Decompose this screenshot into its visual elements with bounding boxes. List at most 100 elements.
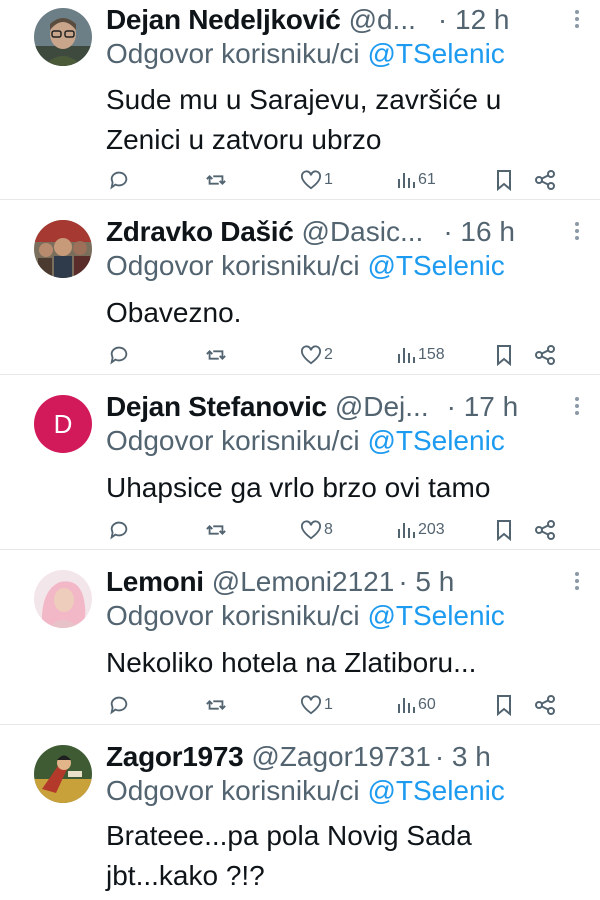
reply-prefix: Odgovor korisniku/ci xyxy=(106,425,360,456)
tweet-header: Zagor1973 @Zagor19731 · 3 h xyxy=(106,737,574,777)
views-icon xyxy=(398,348,415,363)
heart-icon xyxy=(301,345,321,365)
views-icon xyxy=(398,173,415,188)
heart-icon xyxy=(301,695,321,715)
like-button[interactable]: 1 xyxy=(300,168,333,192)
timestamp[interactable]: · 5 h xyxy=(398,566,454,598)
reply-mention-link[interactable]: @TSelenic xyxy=(367,425,504,456)
repost-button[interactable] xyxy=(204,168,228,192)
author-handle[interactable]: @Dej... xyxy=(335,391,429,423)
avatar[interactable] xyxy=(34,570,92,628)
reply-prefix: Odgovor korisniku/ci xyxy=(106,38,360,69)
share-icon xyxy=(535,345,555,365)
repost-button[interactable] xyxy=(204,693,228,717)
author-name[interactable]: Zagor1973 xyxy=(106,741,244,773)
like-button[interactable]: 1 xyxy=(300,693,333,717)
author-name[interactable]: Dejan Stefanovic xyxy=(106,391,327,423)
tweet-item[interactable]: Dejan Nedeljković @d... · 12 h Odgovor k… xyxy=(0,0,600,200)
like-count: 2 xyxy=(324,346,333,363)
share-button[interactable] xyxy=(534,343,556,367)
author-handle[interactable]: @Dasic... xyxy=(302,216,424,248)
share-icon xyxy=(535,695,555,715)
reply-prefix: Odgovor korisniku/ci xyxy=(106,600,360,631)
views-button[interactable]: 158 xyxy=(396,343,445,367)
timestamp[interactable]: · 3 h xyxy=(435,741,491,773)
repost-icon xyxy=(206,175,226,185)
tweet-text: Obavezno. xyxy=(106,293,576,333)
tweet-text: Sude mu u Sarajevu, završiće u Zenici u … xyxy=(106,80,576,160)
views-icon xyxy=(398,523,415,538)
action-bar: 8 203 xyxy=(104,518,564,542)
author-name[interactable]: Dejan Nedeljković xyxy=(106,4,341,36)
tweet-item[interactable]: Zagor1973 @Zagor19731 · 3 h Odgovor kori… xyxy=(0,725,600,900)
tweet-text-line: jbt...kako ?!? xyxy=(106,860,265,891)
reply-button[interactable] xyxy=(108,693,130,717)
share-icon xyxy=(535,170,555,190)
share-button[interactable] xyxy=(534,168,556,192)
reply-context: Odgovor korisniku/ci @TSelenic xyxy=(106,775,505,807)
views-button[interactable]: 60 xyxy=(396,693,436,717)
share-button[interactable] xyxy=(534,693,556,717)
tweet-item[interactable]: Zdravko Dašić @Dasic... · 16 h Odgovor k… xyxy=(0,200,600,375)
bookmark-button[interactable] xyxy=(494,693,514,717)
views-icon xyxy=(398,698,415,713)
like-count: 1 xyxy=(324,171,333,188)
author-name[interactable]: Zdravko Dašić xyxy=(106,216,294,248)
tweet-text-line: Obavezno. xyxy=(106,297,242,328)
more-options-icon[interactable] xyxy=(574,222,580,244)
author-handle[interactable]: @Zagor19731 xyxy=(251,741,430,773)
reply-button[interactable] xyxy=(108,518,130,542)
action-bar: 1 60 xyxy=(104,693,564,717)
avatar[interactable] xyxy=(34,220,92,278)
author-name[interactable]: Lemoni xyxy=(106,566,204,598)
tweet-text: Uhapsice ga vrlo brzo ovi tamo xyxy=(106,468,576,508)
bookmark-button[interactable] xyxy=(494,168,514,192)
tweet-text-line: Sude mu u Sarajevu, završiće u xyxy=(106,84,502,115)
tweet-header: Dejan Stefanovic @Dej... · 17 h xyxy=(106,387,574,427)
avatar[interactable]: D xyxy=(34,395,92,453)
tweet-text-line: Zenici u zatvoru ubrzo xyxy=(106,124,382,155)
repost-icon xyxy=(206,350,226,360)
reply-mention-link[interactable]: @TSelenic xyxy=(367,250,504,281)
timestamp[interactable]: · 12 h xyxy=(438,4,510,36)
reply-icon xyxy=(110,171,128,190)
bookmark-icon xyxy=(497,345,511,366)
reply-mention-link[interactable]: @TSelenic xyxy=(367,38,504,69)
more-options-icon[interactable] xyxy=(574,397,580,419)
views-button[interactable]: 61 xyxy=(396,168,436,192)
like-button[interactable]: 2 xyxy=(300,343,333,367)
reply-icon xyxy=(110,696,128,715)
repost-icon xyxy=(206,700,226,710)
share-button[interactable] xyxy=(534,518,556,542)
avatar[interactable] xyxy=(34,745,92,803)
repost-button[interactable] xyxy=(204,343,228,367)
tweet-text: Nekoliko hotela na Zlatiboru... xyxy=(106,643,576,683)
view-count: 61 xyxy=(418,171,436,188)
reply-context: Odgovor korisniku/ci @TSelenic xyxy=(106,250,505,282)
view-count: 158 xyxy=(418,346,445,363)
reply-mention-link[interactable]: @TSelenic xyxy=(367,775,504,806)
tweet-item[interactable]: D Dejan Stefanovic @Dej... · 17 h Odgovo… xyxy=(0,375,600,550)
more-options-icon[interactable] xyxy=(574,10,580,32)
timestamp[interactable]: · 17 h xyxy=(447,391,519,423)
bookmark-button[interactable] xyxy=(494,343,514,367)
timestamp[interactable]: · 16 h xyxy=(443,216,515,248)
like-button[interactable]: 8 xyxy=(300,518,333,542)
author-handle[interactable]: @Lemoni2121 xyxy=(212,566,395,598)
more-options-icon[interactable] xyxy=(574,572,580,594)
bookmark-icon xyxy=(497,695,511,716)
repost-button[interactable] xyxy=(204,518,228,542)
tweet-header: Lemoni @Lemoni2121 · 5 h xyxy=(106,562,574,602)
action-bar: 1 61 xyxy=(104,168,564,192)
tweet-item[interactable]: Lemoni @Lemoni2121 · 5 h Odgovor korisni… xyxy=(0,550,600,725)
reply-button[interactable] xyxy=(108,168,130,192)
reply-icon xyxy=(110,346,128,365)
author-handle[interactable]: @d... xyxy=(349,4,416,36)
reply-button[interactable] xyxy=(108,343,130,367)
reply-feed: Dejan Nedeljković @d... · 12 h Odgovor k… xyxy=(0,0,600,900)
heart-icon xyxy=(301,170,321,190)
views-button[interactable]: 203 xyxy=(396,518,445,542)
bookmark-button[interactable] xyxy=(494,518,514,542)
reply-mention-link[interactable]: @TSelenic xyxy=(367,600,504,631)
avatar[interactable] xyxy=(34,8,92,66)
